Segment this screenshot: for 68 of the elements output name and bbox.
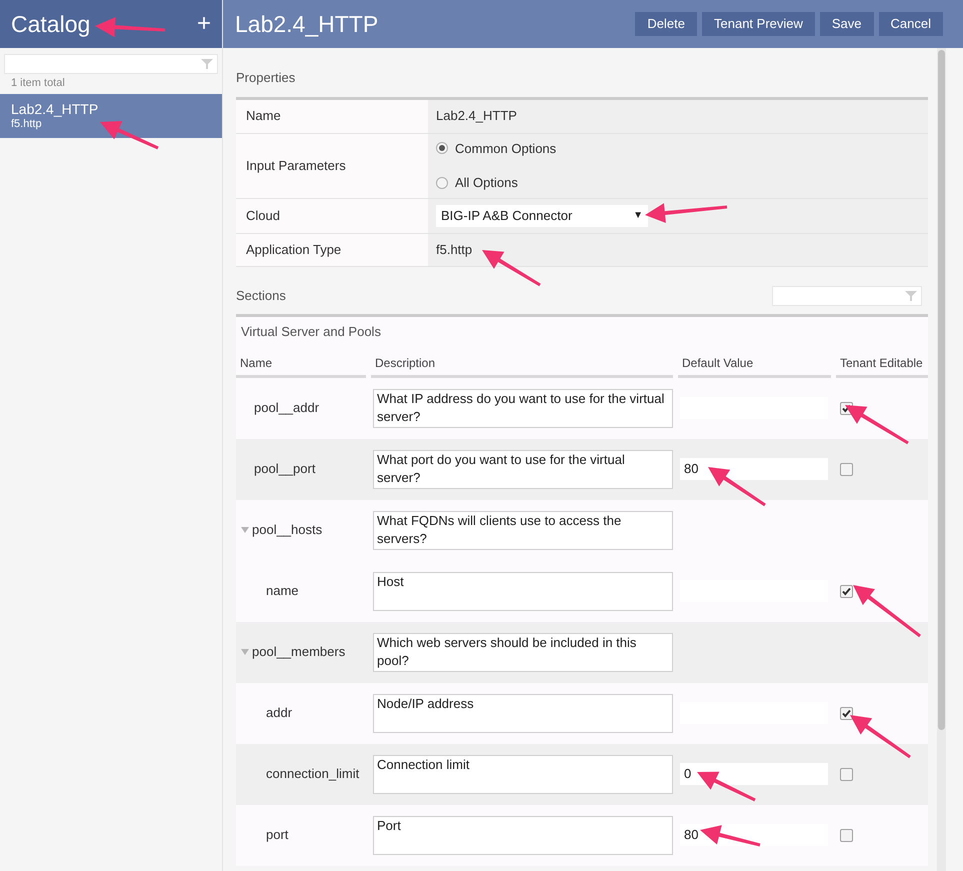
field-label: Cloud: [246, 206, 280, 225]
checkbox[interactable]: [840, 706, 853, 720]
scrollbar-thumb[interactable]: [938, 50, 945, 730]
parameter-name: pool__addr: [254, 399, 320, 418]
annotation-arrow: [95, 17, 166, 38]
expand-toggle[interactable]: [241, 649, 249, 655]
add-button[interactable]: +: [196, 12, 211, 36]
field-value: Lab2.4_HTTP: [436, 107, 517, 126]
checkmark-icon: [842, 404, 851, 412]
field-label: Application Type: [246, 240, 342, 259]
radio-option[interactable]: All Options: [436, 173, 928, 192]
item-name: Lab2.4_HTTP: [11, 100, 100, 118]
header-button[interactable]: Delete: [635, 12, 697, 36]
parameter-name: name: [266, 582, 299, 600]
annotation-arrow: [697, 772, 756, 802]
cloud-select[interactable]: BIG-IP A&B Connector ▼: [436, 204, 648, 226]
field-value: f5.http: [436, 240, 472, 259]
description-field[interactable]: Connection limit: [373, 754, 673, 794]
annotation-arrow: [845, 405, 909, 444]
parameter-name: addr: [266, 704, 292, 722]
header-button[interactable]: Tenant Preview: [702, 12, 815, 36]
annotation-arrow: [482, 250, 541, 286]
sidebar-title: Catalog: [11, 10, 90, 39]
sections-filter-field[interactable]: [772, 286, 922, 306]
group-title: Virtual Server and Pools: [241, 323, 381, 342]
description-field[interactable]: What FQDNs will clients use to access the servers?: [373, 510, 673, 550]
description-field[interactable]: Node/IP address: [373, 694, 673, 732]
description-field[interactable]: What port do you want to use for the virtual server?: [373, 450, 673, 488]
annotation-arrow: [850, 715, 911, 758]
radio-button[interactable]: [436, 176, 448, 189]
description-field[interactable]: Port: [373, 816, 673, 854]
page-title: Lab2.4_HTTP: [235, 10, 378, 39]
scrollbar[interactable]: [937, 48, 946, 871]
checkmark-icon: [842, 586, 851, 596]
parameter-name: port: [266, 826, 288, 844]
section-heading: Sections: [236, 286, 286, 305]
annotation-arrow: [708, 467, 766, 506]
description-field[interactable]: What IP address do you want to use for the virtual server?: [373, 388, 673, 428]
description-field[interactable]: Host: [373, 572, 673, 610]
default-value-field[interactable]: 0: [680, 763, 828, 785]
item-type: f5.http: [11, 118, 43, 130]
checkmark-icon: [842, 708, 851, 718]
description-field[interactable]: Which web servers should be included in this pool?: [373, 632, 673, 672]
parameter-name: pool__members: [252, 643, 346, 662]
expand-toggle[interactable]: [241, 527, 249, 533]
item-count: 1 item total: [10, 76, 66, 91]
filter-icon: [905, 290, 917, 302]
parameter-name: pool__hosts: [252, 521, 322, 540]
header-button[interactable]: Cancel: [878, 12, 943, 36]
parameter-name: pool__port: [254, 460, 316, 478]
annotation-arrow: [853, 585, 921, 638]
checkbox[interactable]: [840, 828, 853, 842]
section-heading: Properties: [236, 69, 296, 87]
radio-option[interactable]: Common Options: [436, 138, 928, 158]
filter-field[interactable]: [4, 54, 218, 74]
checkbox[interactable]: [840, 462, 853, 476]
annotation-arrow: [100, 121, 159, 150]
field-label: Input Parameters: [246, 156, 346, 175]
checkbox[interactable]: [840, 768, 853, 780]
checkbox[interactable]: [840, 584, 853, 598]
parameter-name: connection_limit: [266, 765, 360, 784]
radio-button[interactable]: [436, 142, 448, 154]
default-value-field[interactable]: 80: [680, 458, 828, 480]
filter-icon: [201, 58, 213, 70]
header-button[interactable]: Save: [820, 12, 874, 36]
annotation-arrow: [700, 825, 760, 846]
field-label: Name: [246, 107, 281, 126]
catalog-item[interactable]: Lab2.4_HTTP f5.http: [0, 94, 222, 138]
